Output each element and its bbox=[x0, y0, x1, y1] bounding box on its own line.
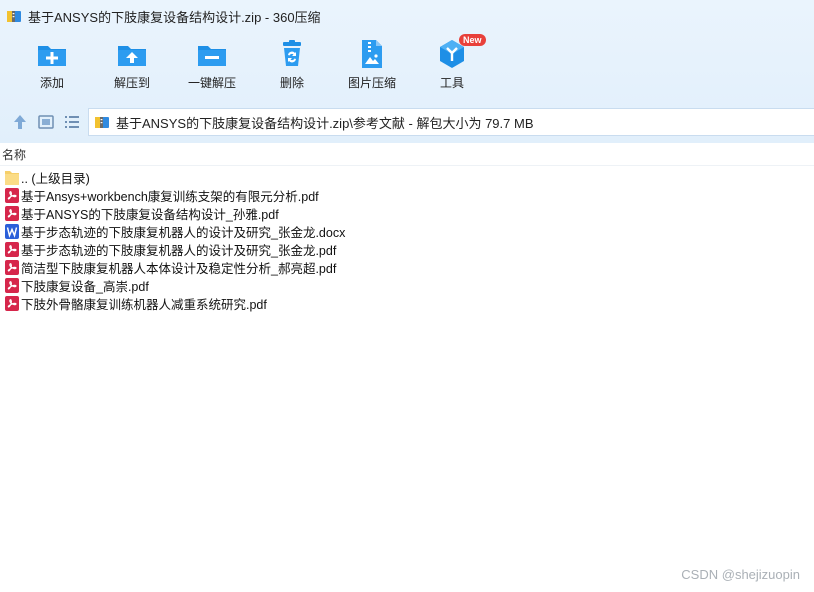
file-name: 基于ANSYS的下肢康复设备结构设计_孙雅.pdf bbox=[21, 207, 279, 222]
archive-icon bbox=[95, 117, 109, 128]
list-item[interactable]: 基于步态轨迹的下肢康复机器人的设计及研究_张金龙.pdf bbox=[0, 240, 814, 258]
one-click-extract-button[interactable]: 一键解压 bbox=[172, 34, 252, 96]
pdf-file-icon bbox=[5, 259, 19, 275]
list-item[interactable]: 基于ANSYS的下肢康复设备结构设计_孙雅.pdf bbox=[0, 204, 814, 222]
extract-to-label: 解压到 bbox=[113, 76, 150, 90]
add-icon bbox=[38, 46, 66, 66]
list-item[interactable]: 简洁型下肢康复机器人本体设计及稳定性分析_郝亮超.pdf bbox=[0, 258, 814, 276]
extract-to-button[interactable]: 解压到 bbox=[92, 34, 172, 96]
window-title: 基于ANSYS的下肢康复设备结构设计.zip - 360压缩 bbox=[28, 9, 321, 25]
file-name: 基于步态轨迹的下肢康复机器人的设计及研究_张金龙.pdf bbox=[21, 243, 337, 258]
file-name: 下肢外骨骼康复训练机器人减重系统研究.pdf bbox=[21, 297, 267, 312]
up-arrow-icon[interactable] bbox=[10, 112, 30, 132]
list-item[interactable]: 下肢康复设备_高崇.pdf bbox=[0, 276, 814, 294]
pdf-file-icon bbox=[5, 187, 19, 203]
delete-label: 删除 bbox=[279, 76, 304, 90]
file-name: 基于Ansys+workbench康复训练支架的有限元分析.pdf bbox=[21, 189, 319, 204]
add-button[interactable]: 添加 bbox=[12, 34, 92, 96]
delete-icon bbox=[283, 40, 301, 66]
file-list: .. (上级目录) 基于Ansys+workbench康复训练支架的有限元分析.… bbox=[0, 168, 814, 312]
folder-icon bbox=[5, 170, 19, 185]
navigation-bar: 基于ANSYS的下肢康复设备结构设计.zip\参考文献 - 解包大小为 79.7… bbox=[0, 108, 814, 136]
main-toolbar: 添加 解压到 一键解压 删除 图片压缩 New 工具 bbox=[0, 34, 814, 96]
word-file-icon bbox=[5, 223, 19, 239]
one-click-extract-icon bbox=[198, 46, 226, 66]
new-badge: New bbox=[459, 34, 486, 46]
address-bar[interactable]: 基于ANSYS的下肢康复设备结构设计.zip\参考文献 - 解包大小为 79.7… bbox=[88, 108, 814, 136]
list-item[interactable]: 基于步态轨迹的下肢康复机器人的设计及研究_张金龙.docx bbox=[0, 222, 814, 240]
file-name: 下肢康复设备_高崇.pdf bbox=[21, 279, 149, 294]
image-compress-icon bbox=[362, 40, 382, 68]
add-label: 添加 bbox=[39, 76, 64, 90]
address-path: 基于ANSYS的下肢康复设备结构设计.zip\参考文献 - 解包大小为 79.7… bbox=[116, 115, 534, 131]
tools-label: 工具 bbox=[439, 76, 464, 90]
column-header-name[interactable]: 名称 bbox=[0, 145, 814, 166]
pdf-file-icon bbox=[5, 205, 19, 221]
image-compress-label: 图片压缩 bbox=[347, 76, 396, 90]
file-name: 基于步态轨迹的下肢康复机器人的设计及研究_张金龙.docx bbox=[21, 225, 346, 240]
title-bar: 基于ANSYS的下肢康复设备结构设计.zip - 360压缩 bbox=[0, 0, 814, 32]
file-name: .. (上级目录) bbox=[21, 171, 90, 186]
list-item-parent-folder[interactable]: .. (上级目录) bbox=[0, 168, 814, 186]
thumbnail-view-icon[interactable] bbox=[36, 112, 56, 132]
watermark-text: CSDN @shejizuopin bbox=[681, 567, 800, 582]
list-item[interactable]: 基于Ansys+workbench康复训练支架的有限元分析.pdf bbox=[0, 186, 814, 204]
delete-button[interactable]: 删除 bbox=[252, 34, 332, 96]
image-compress-button[interactable]: 图片压缩 bbox=[332, 34, 412, 96]
extract-to-icon bbox=[118, 46, 146, 66]
file-name: 简洁型下肢康复机器人本体设计及稳定性分析_郝亮超.pdf bbox=[21, 261, 337, 276]
pdf-file-icon bbox=[5, 277, 19, 293]
archive-app-icon bbox=[7, 11, 21, 22]
list-view-icon[interactable] bbox=[62, 112, 82, 132]
one-click-extract-label: 一键解压 bbox=[187, 76, 236, 90]
tools-button[interactable]: New 工具 bbox=[412, 34, 492, 96]
pdf-file-icon bbox=[5, 241, 19, 257]
list-item[interactable]: 下肢外骨骼康复训练机器人减重系统研究.pdf bbox=[0, 294, 814, 312]
pdf-file-icon bbox=[5, 295, 19, 311]
